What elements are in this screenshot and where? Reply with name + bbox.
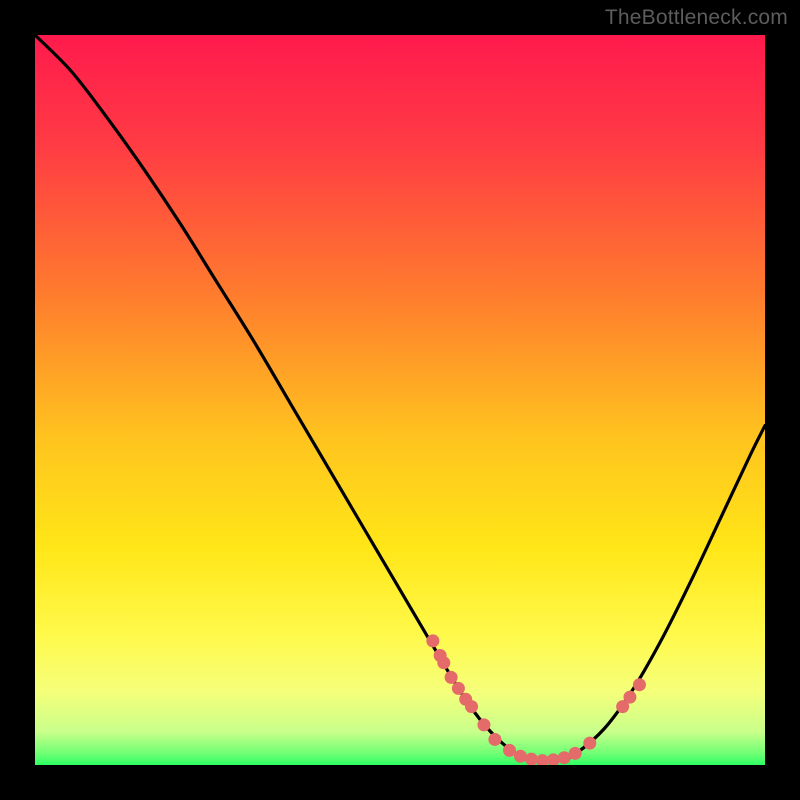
marker-dot <box>503 744 516 757</box>
attribution-text: TheBottleneck.com <box>605 6 788 30</box>
marker-dot <box>569 747 582 760</box>
marker-dot <box>488 733 501 746</box>
curve-markers <box>426 634 646 765</box>
marker-dot <box>514 750 527 763</box>
marker-dot <box>426 634 439 647</box>
curve-layer <box>35 35 765 765</box>
marker-dot <box>633 678 646 691</box>
plot-area <box>35 35 765 765</box>
marker-dot <box>465 700 478 713</box>
marker-dot <box>547 753 560 765</box>
marker-dot <box>452 682 465 695</box>
marker-dot <box>445 671 458 684</box>
marker-dot <box>437 656 450 669</box>
marker-dot <box>623 691 636 704</box>
marker-dot <box>525 753 538 765</box>
marker-dot <box>477 718 490 731</box>
marker-dot <box>583 737 596 750</box>
chart-frame <box>35 35 765 765</box>
bottleneck-curve <box>35 35 765 761</box>
